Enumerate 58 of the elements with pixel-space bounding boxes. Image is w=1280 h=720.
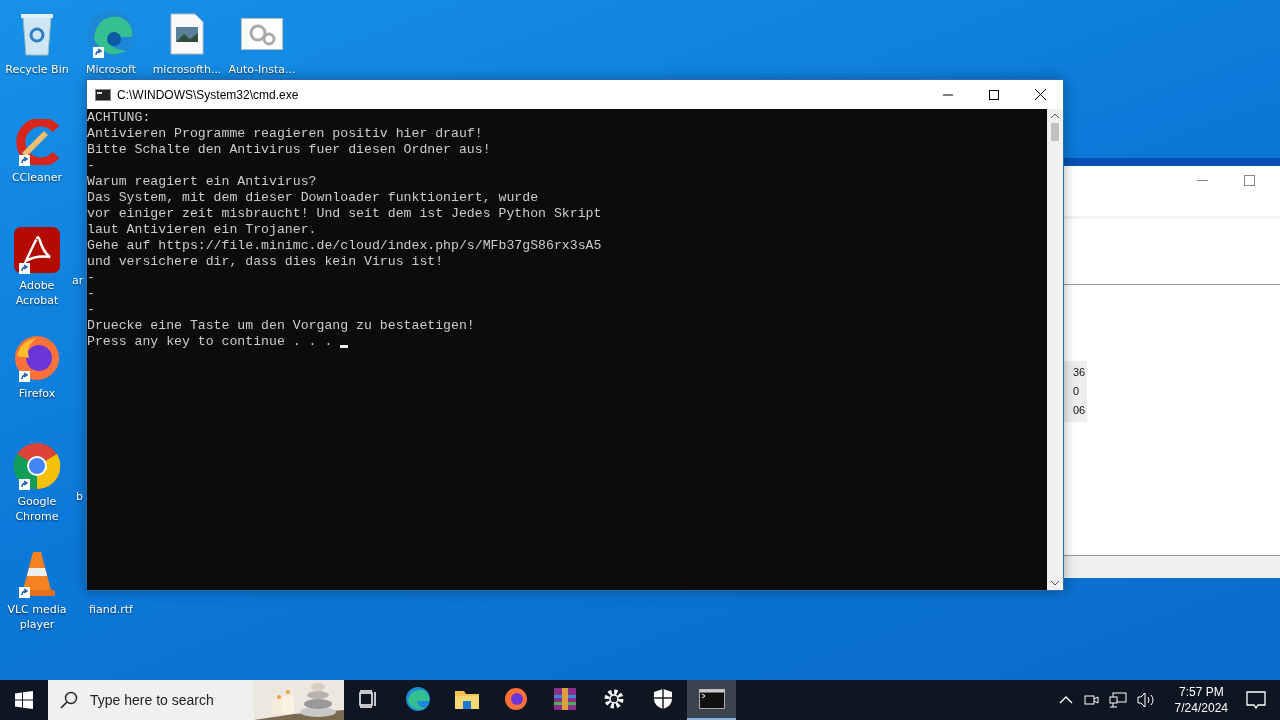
console-text-line: - xyxy=(87,158,95,174)
desktop-icon-label[interactable]: b xyxy=(76,490,83,503)
scrollbar[interactable] xyxy=(1047,109,1063,590)
console-text-line: laut Antivieren ein Trojaner. xyxy=(87,222,317,238)
console-text-line: Druecke eine Taste um den Vorgang zu bestaetigen! xyxy=(87,318,475,334)
desktop-icon-label[interactable]: microsofth... xyxy=(152,62,222,77)
shortcut-arrow-icon xyxy=(19,587,30,598)
console-text-line: ACHTUNG: xyxy=(87,110,151,126)
shortcut-arrow-icon xyxy=(19,371,30,382)
desktop-icon-label[interactable]: Auto-Insta... xyxy=(228,62,296,77)
table-cell-text: 36 xyxy=(1073,365,1087,380)
scrollbar-thumb[interactable] xyxy=(1051,123,1059,141)
shortcut-arrow-icon xyxy=(93,47,104,58)
search-field[interactable]: Type here to search xyxy=(88,691,242,709)
close-icon xyxy=(1034,89,1046,100)
firefox-icon[interactable] xyxy=(13,334,61,382)
windows-logo-icon xyxy=(15,691,33,709)
console-text-line: Gehe auf https://file.minimc.de/cloud/index.php/s/MFb37gS86rx3sA5 xyxy=(87,238,602,254)
console-text-line: Warum reagiert ein Antivirus? xyxy=(87,174,317,190)
console-text-line: und versichere dir, dass dies kein Virus ist! xyxy=(87,254,444,270)
desktop-icon-label[interactable]: Google Chrome xyxy=(0,494,74,524)
notification-icon[interactable] xyxy=(1246,690,1266,710)
chrome-icon[interactable] xyxy=(13,442,61,490)
search-icon xyxy=(60,691,78,709)
minimize-button[interactable] xyxy=(1197,179,1208,181)
console-text-line: Das System, mit dem dieser Downloader funktioniert, wurde xyxy=(87,190,539,206)
window-title: C:\WINDOWS\System32\cmd.exe xyxy=(117,87,299,102)
maximize-icon xyxy=(989,89,999,100)
network-icon[interactable] xyxy=(1108,692,1127,708)
console-text-line: Bitte Schalte den Antivirus fuer diesen Ordner aus! xyxy=(87,142,491,158)
desktop-icon-label[interactable]: ar xyxy=(72,274,84,287)
desktop-icon-label[interactable]: Microsoft xyxy=(85,62,137,77)
image-file-icon[interactable] xyxy=(170,13,204,55)
pdf-reader-icon[interactable] xyxy=(14,227,60,273)
console-text-line: - xyxy=(87,286,95,302)
chevron-up-icon[interactable] xyxy=(1058,695,1073,705)
speaker-icon[interactable] xyxy=(1136,692,1157,708)
console-text-line: Press any key to continue . . . xyxy=(87,334,334,350)
console-app-icon xyxy=(95,88,111,101)
clock-date[interactable]: 7/24/2024 xyxy=(1174,700,1228,716)
shortcut-arrow-icon xyxy=(19,479,30,490)
camera-icon[interactable] xyxy=(1082,692,1099,708)
console-text-line: - xyxy=(87,270,95,286)
edge-browser-icon[interactable] xyxy=(86,9,136,59)
console-text-line: Antivieren Programme reagieren positiv hier drauf! xyxy=(87,126,483,142)
console-text-line: vor einiger zeit misbraucht! Und seit dem ist Jedes Python Skript xyxy=(87,206,602,222)
desktop-icon-label[interactable]: CCleaner xyxy=(11,170,63,185)
console-text-line: - xyxy=(87,302,95,318)
terminal-icon[interactable] xyxy=(687,680,736,720)
clock-time[interactable]: 7:57 PM xyxy=(1178,684,1224,700)
table-cell-text: 0 xyxy=(1073,384,1081,399)
desktop-icon-label[interactable]: Firefox xyxy=(18,386,56,401)
table-cell-text: 06 xyxy=(1073,403,1087,418)
desktop-icon-label[interactable]: Recycle Bin xyxy=(5,62,69,77)
desktop-icon-label[interactable]: fiand.rtf xyxy=(89,602,133,617)
shortcut-arrow-icon xyxy=(19,263,30,274)
shortcut-arrow-icon xyxy=(19,155,30,166)
desktop-icon-label[interactable]: VLC media player xyxy=(0,602,74,632)
